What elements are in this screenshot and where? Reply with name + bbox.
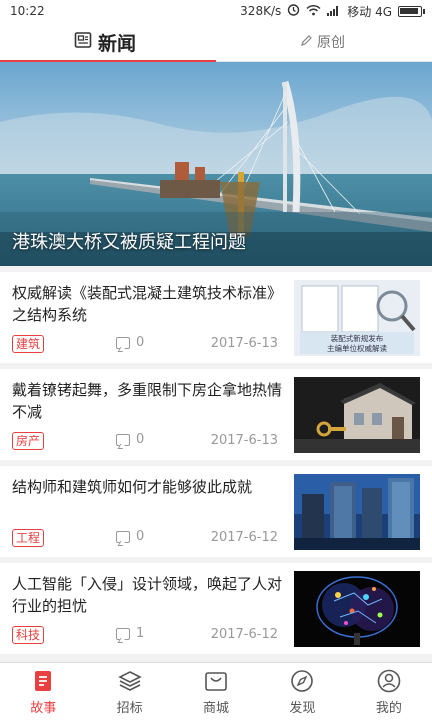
pencil-icon xyxy=(300,34,313,51)
nav-mine[interactable]: 我的 xyxy=(346,663,432,720)
article-item[interactable]: 结构师和建筑师如何才能够彼此成就 工程 0 2017-6-12 xyxy=(0,466,432,557)
tab-original-label: 原创 xyxy=(317,35,345,51)
category-tag: 科技 xyxy=(12,626,45,644)
article-date: 2017-6-13 xyxy=(210,336,278,351)
newspaper-icon xyxy=(74,31,92,54)
app-screen: 10:22 328K/s 移动 4G 新闻 原创 港珠澳大桥又被质疑工程问题 权… xyxy=(0,0,432,720)
shop-bag-icon xyxy=(203,668,229,694)
nav-story[interactable]: 故事 xyxy=(0,663,86,720)
status-time: 10:22 xyxy=(10,4,45,18)
nav-shop[interactable]: 商城 xyxy=(173,663,259,720)
thumb-caption-2: 主编单位权威解读 xyxy=(327,343,387,353)
article-date: 2017-6-12 xyxy=(210,627,278,642)
comment-icon xyxy=(116,530,130,543)
top-tab-bar: 新闻 原创 xyxy=(0,22,432,63)
battery-icon xyxy=(398,5,425,17)
article-item[interactable]: 戴着镣铐起舞，多重限制下房企拿地热情不减 房产 0 2017-6-13 xyxy=(0,369,432,460)
comment-count-value: 0 xyxy=(136,335,145,350)
hero-title: 港珠澳大桥又被质疑工程问题 xyxy=(12,232,246,253)
wifi-icon xyxy=(306,4,321,19)
tab-original[interactable]: 原创 xyxy=(300,22,345,62)
nav-bidding-label: 招标 xyxy=(116,700,143,716)
article-thumbnail xyxy=(294,571,420,647)
comment-icon xyxy=(116,336,130,349)
status-bar: 10:22 328K/s 移动 4G xyxy=(0,0,432,22)
article-item[interactable]: 权威解读《装配式混凝土建筑技术标准》之结构系统 建筑 0 2017-6-13 装… xyxy=(0,272,432,363)
comment-count: 1 xyxy=(116,626,144,641)
nav-discover-label: 发现 xyxy=(289,700,316,716)
hero-banner[interactable]: 港珠澳大桥又被质疑工程问题 xyxy=(0,62,432,266)
layers-icon xyxy=(117,668,143,694)
article-thumbnail xyxy=(294,474,420,550)
signal-icon xyxy=(327,6,341,16)
nav-mine-label: 我的 xyxy=(375,700,402,716)
comment-icon xyxy=(116,433,130,446)
network-speed: 328K/s xyxy=(240,4,282,18)
comment-count-value: 0 xyxy=(136,432,145,447)
article-list: 权威解读《装配式混凝土建筑技术标准》之结构系统 建筑 0 2017-6-13 装… xyxy=(0,272,432,660)
article-thumbnail xyxy=(294,377,420,453)
nav-shop-label: 商城 xyxy=(203,700,230,716)
story-icon xyxy=(30,668,56,694)
comment-count: 0 xyxy=(116,335,144,350)
compass-icon xyxy=(289,668,315,694)
alarm-icon xyxy=(287,3,300,19)
article-date: 2017-6-13 xyxy=(210,433,278,448)
comment-count: 0 xyxy=(116,432,144,447)
nav-discover[interactable]: 发现 xyxy=(259,663,345,720)
article-thumbnail: 装配式新规发布 主编单位权威解读 xyxy=(294,280,420,356)
comment-count-value: 0 xyxy=(136,529,145,544)
article-item[interactable]: 人工智能「入侵」设计领域，唤起了人对行业的担忧 科技 1 2017-6-12 xyxy=(0,563,432,654)
article-date: 2017-6-12 xyxy=(210,530,278,545)
nav-story-label: 故事 xyxy=(30,700,57,716)
category-tag: 工程 xyxy=(12,529,45,547)
tab-news-label: 新闻 xyxy=(98,32,137,55)
comment-icon xyxy=(116,627,130,640)
tab-news[interactable]: 新闻 xyxy=(74,22,136,62)
nav-bidding[interactable]: 招标 xyxy=(86,663,172,720)
bottom-nav: 故事 招标 商城 发现 我的 xyxy=(0,662,432,720)
carrier-label: 移动 4G xyxy=(347,4,392,19)
article-title: 权威解读《装配式混凝土建筑技术标准》之结构系统 xyxy=(12,284,283,324)
category-tag: 房产 xyxy=(12,432,45,450)
user-icon xyxy=(376,668,402,694)
comment-count: 0 xyxy=(116,529,144,544)
comment-count-value: 1 xyxy=(136,626,145,641)
article-title: 戴着镣铐起舞，多重限制下房企拿地热情不减 xyxy=(12,381,283,421)
status-right: 328K/s 移动 4G xyxy=(240,3,425,20)
article-title: 结构师和建筑师如何才能够彼此成就 xyxy=(12,478,253,496)
category-tag: 建筑 xyxy=(12,335,45,353)
thumb-caption-1: 装配式新规发布 xyxy=(331,333,384,343)
article-title: 人工智能「入侵」设计领域，唤起了人对行业的担忧 xyxy=(12,575,283,615)
